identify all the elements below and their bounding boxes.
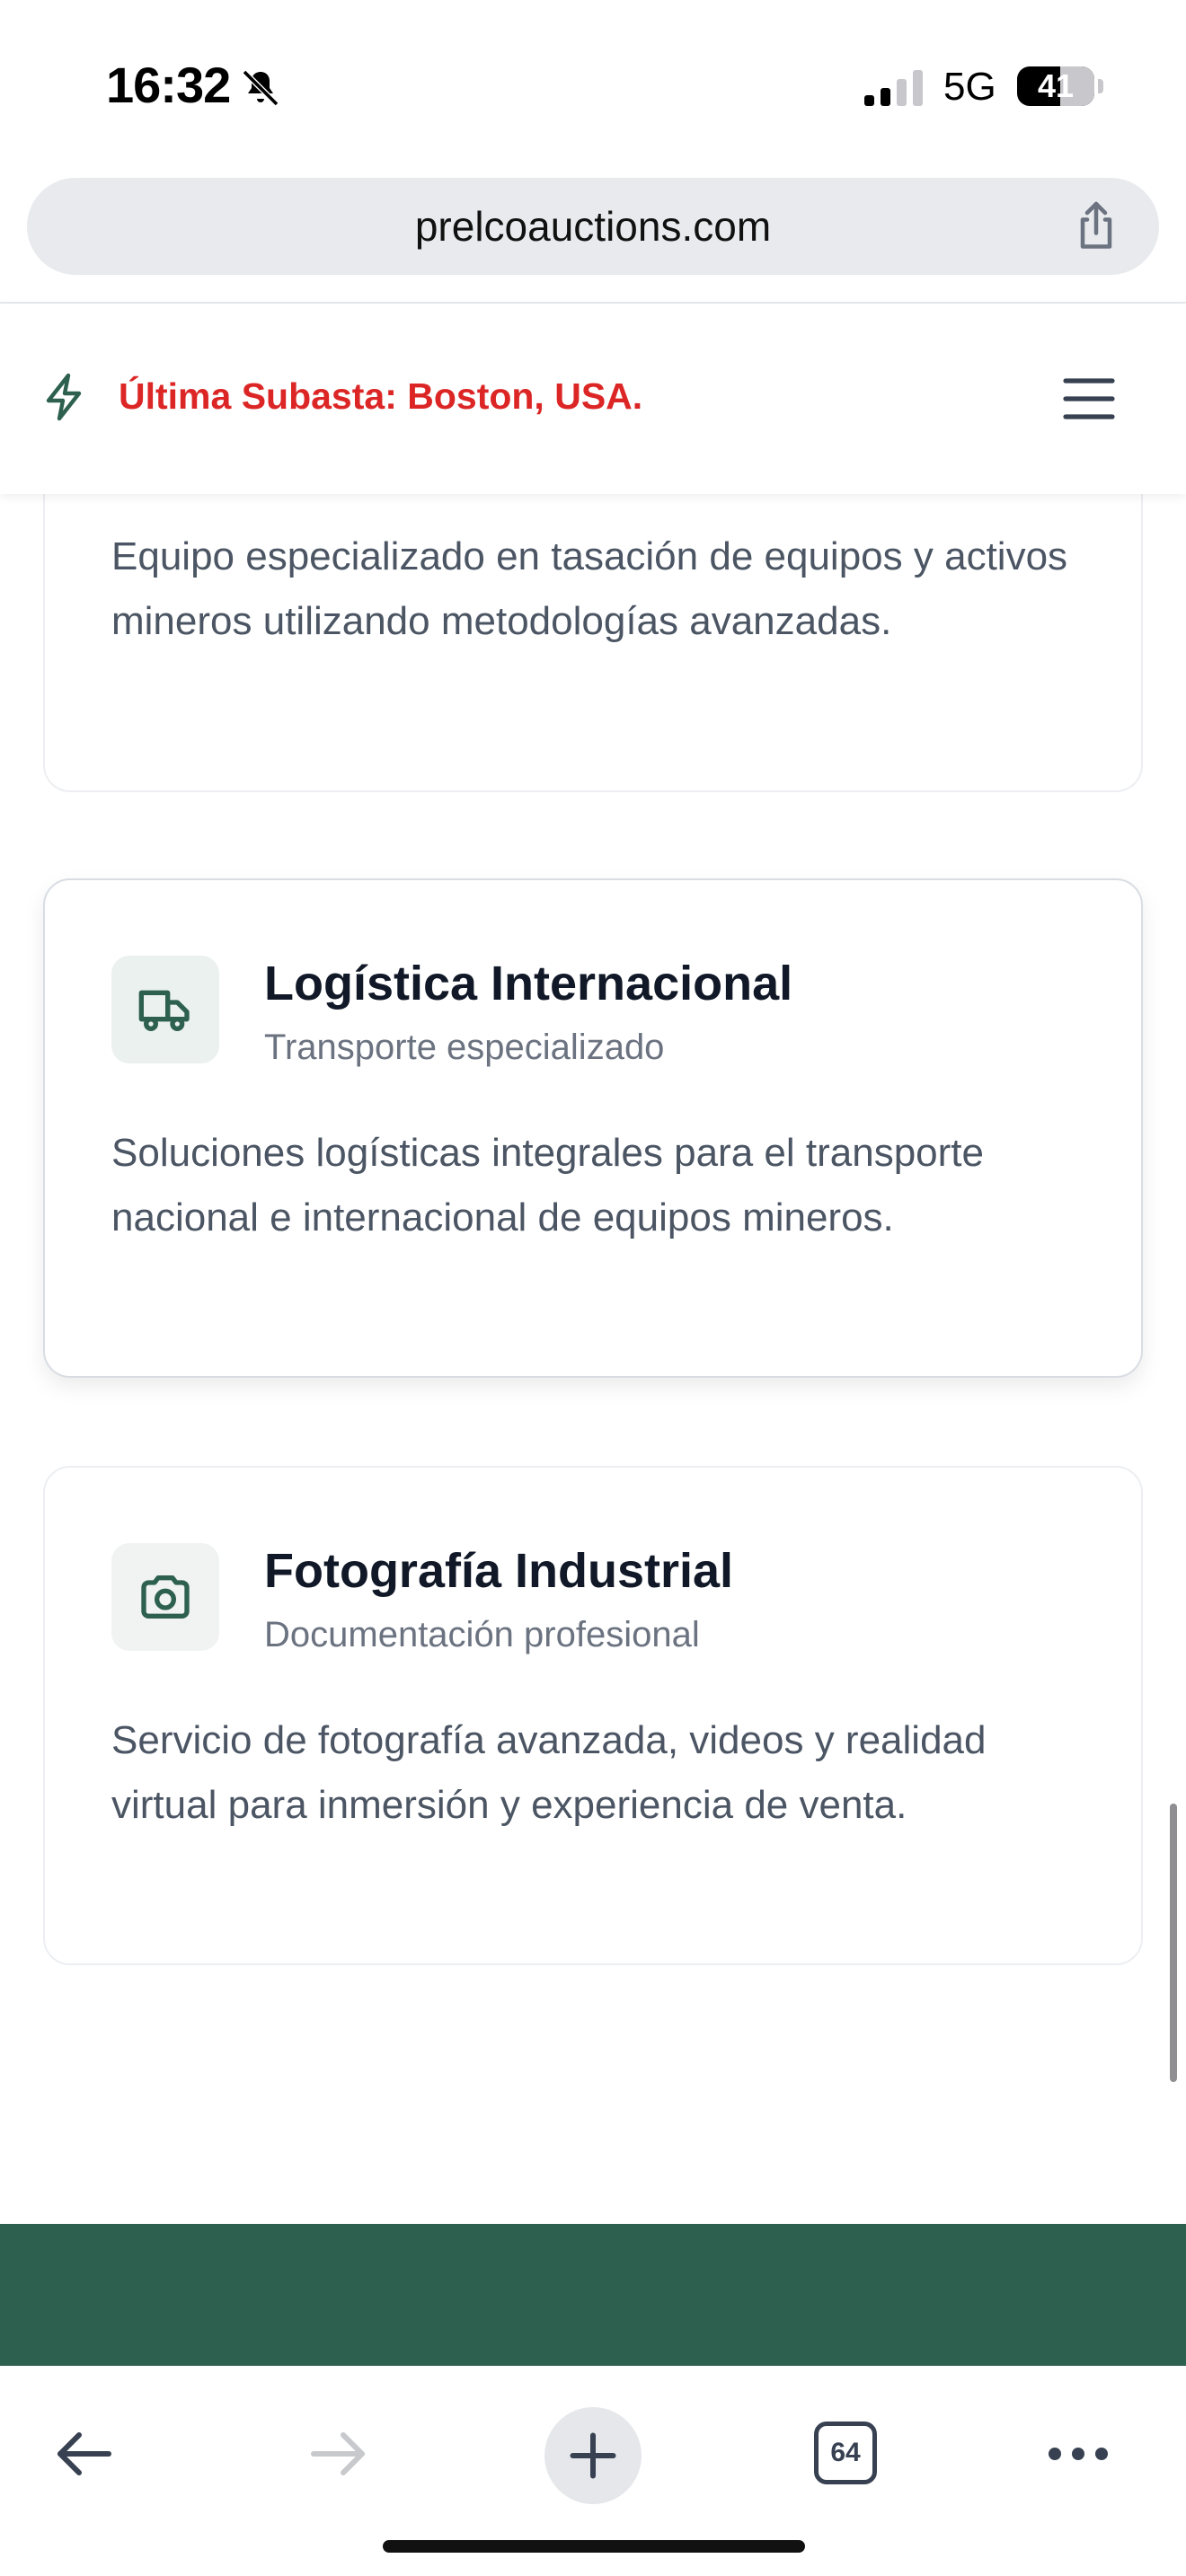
forward-arrow-icon[interactable] [305,2422,370,2486]
service-description: Soluciones logísticas integrales para el… [111,1131,984,1239]
network-label: 5G [943,65,996,109]
tabs-count: 64 [830,2438,861,2467]
lightning-bolt-icon [46,373,82,421]
service-card-photography[interactable]: Fotografía Industrial Documentación prof… [43,1466,1143,1965]
back-arrow-icon[interactable] [52,2422,117,2486]
service-title: Fotografía Industrial [264,1544,734,1598]
more-options-icon[interactable] [1046,2441,1111,2466]
service-icon-box [111,1543,219,1651]
scroll-indicator[interactable] [1170,1804,1177,2082]
address-bar[interactable]: prelcoauctions.com [27,178,1159,275]
share-icon[interactable] [1069,199,1123,253]
bell-slash-icon [242,69,279,107]
battery-level: 41 [1037,67,1075,104]
url-text[interactable]: prelcoauctions.com [27,178,1159,275]
tabs-button[interactable]: 64 [814,2422,877,2484]
truck-icon [138,990,190,1031]
service-subtitle: Documentación profesional [264,1615,700,1654]
service-icon-box [111,956,219,1063]
service-card-logistics[interactable]: Logística Internacional Transporte espec… [43,878,1143,1378]
browser-toolbar: 64 [0,2366,1186,2576]
battery-tip [1098,79,1103,93]
battery-indicator: 41 [1017,66,1094,106]
service-title: Logística Internacional [264,957,793,1010]
home-indicator [383,2540,805,2553]
status-bar: 16:32 5G 41 [0,0,1186,171]
status-time: 16:32 [106,57,231,113]
service-description: Equipo especializado en tasación de equi… [111,534,1068,643]
camera-icon [141,1575,190,1619]
signal-icon [864,70,923,106]
site-header: Última Subasta: Boston, USA. [0,304,1186,494]
latest-auction-announcement[interactable]: Última Subasta: Boston, USA. [119,375,642,418]
service-description: Servicio de fotografía avanzada, videos … [111,1718,987,1827]
plus-icon [570,2432,616,2479]
service-subtitle: Transporte especializado [264,1028,665,1067]
hamburger-menu-icon[interactable] [1062,375,1116,422]
new-tab-button[interactable] [544,2407,642,2504]
site-footer [0,2224,1186,2368]
